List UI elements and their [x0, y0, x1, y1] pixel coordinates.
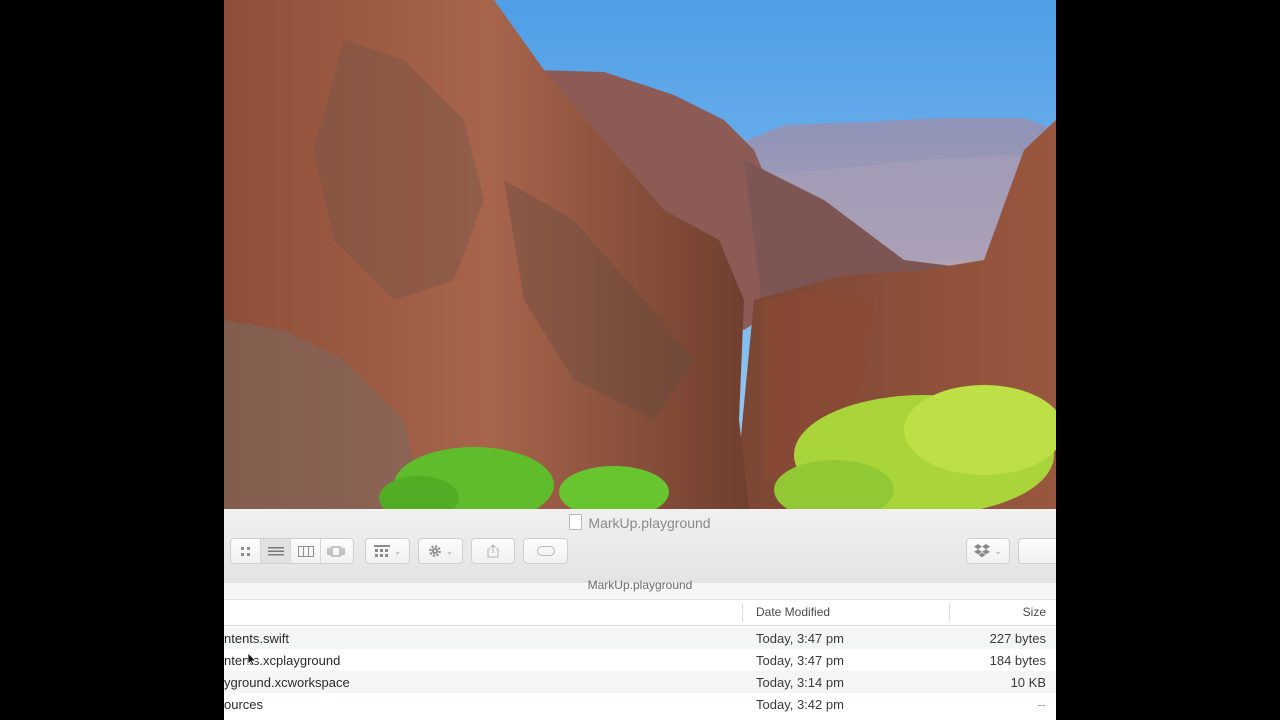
file-row[interactable]: ntents.xcplayground Today, 3:47 pm 184 b…	[224, 649, 1056, 671]
column-header-size[interactable]: Size	[1023, 605, 1046, 619]
chevron-down-icon: ⌄	[445, 545, 454, 556]
column-separator[interactable]	[949, 603, 950, 622]
window-title: MarkUp.playground	[224, 514, 1056, 531]
file-size: --	[1037, 697, 1046, 712]
desktop-wallpaper	[224, 0, 1056, 509]
path-bar: MarkUp.playground	[224, 579, 1056, 600]
document-icon	[569, 514, 583, 530]
file-date: Today, 3:47 pm	[756, 653, 844, 668]
file-list: ntents.swift Today, 3:47 pm 227 bytes nt…	[224, 627, 1056, 715]
file-size: 227 bytes	[989, 631, 1046, 646]
column-separator[interactable]	[742, 603, 743, 622]
file-date: Today, 3:42 pm	[756, 697, 844, 712]
path-bar-label: MarkUp.playground	[587, 578, 693, 592]
gear-icon	[428, 545, 441, 557]
dropbox-button[interactable]: ⌄	[966, 538, 1010, 564]
file-size: 184 bytes	[989, 653, 1046, 668]
file-row[interactable]: ntents.swift Today, 3:47 pm 227 bytes	[224, 627, 1056, 649]
file-date: Today, 3:14 pm	[756, 675, 844, 690]
action-button[interactable]: ⌄	[418, 538, 463, 564]
view-mode-switcher	[230, 538, 354, 564]
chevron-down-icon: ⌄	[393, 545, 402, 556]
column-header-date-modified[interactable]: Date Modified	[756, 605, 830, 619]
cover-flow-icon[interactable]	[321, 539, 351, 563]
mouse-pointer-icon	[247, 652, 257, 666]
screen-area: MarkUp.playground ⌄ ⌄ ⌄ MarkUp.playgroun…	[224, 0, 1056, 720]
file-name: yground.xcworkspace	[224, 675, 350, 690]
list-view-icon[interactable]	[261, 539, 291, 563]
window-title-label: MarkUp.playground	[588, 515, 711, 531]
arrange-grid-icon	[373, 545, 390, 557]
file-row[interactable]: ources Today, 3:42 pm --	[224, 693, 1056, 715]
icon-view-icon[interactable]	[231, 539, 261, 563]
tag-icon	[536, 546, 555, 556]
file-name: ntents.swift	[224, 631, 290, 646]
share-button[interactable]	[471, 538, 515, 564]
chevron-down-icon: ⌄	[994, 545, 1002, 556]
dropbox-icon	[974, 544, 991, 558]
file-name: ources	[224, 697, 264, 712]
search-field[interactable]	[1018, 538, 1056, 564]
finder-window: MarkUp.playground ⌄ ⌄ ⌄ MarkUp.playgroun…	[224, 509, 1056, 720]
title-bar[interactable]: MarkUp.playground ⌄ ⌄ ⌄	[224, 509, 1056, 584]
column-headers: Date Modified Size	[224, 600, 1056, 626]
share-icon	[487, 544, 499, 558]
file-date: Today, 3:47 pm	[756, 631, 844, 646]
file-row[interactable]: yground.xcworkspace Today, 3:14 pm 10 KB	[224, 671, 1056, 693]
file-size: 10 KB	[1010, 675, 1046, 690]
tag-button[interactable]	[523, 538, 568, 564]
arrange-button[interactable]: ⌄	[365, 538, 410, 564]
file-name: ntents.xcplayground	[224, 653, 341, 668]
column-view-icon[interactable]	[291, 539, 321, 563]
